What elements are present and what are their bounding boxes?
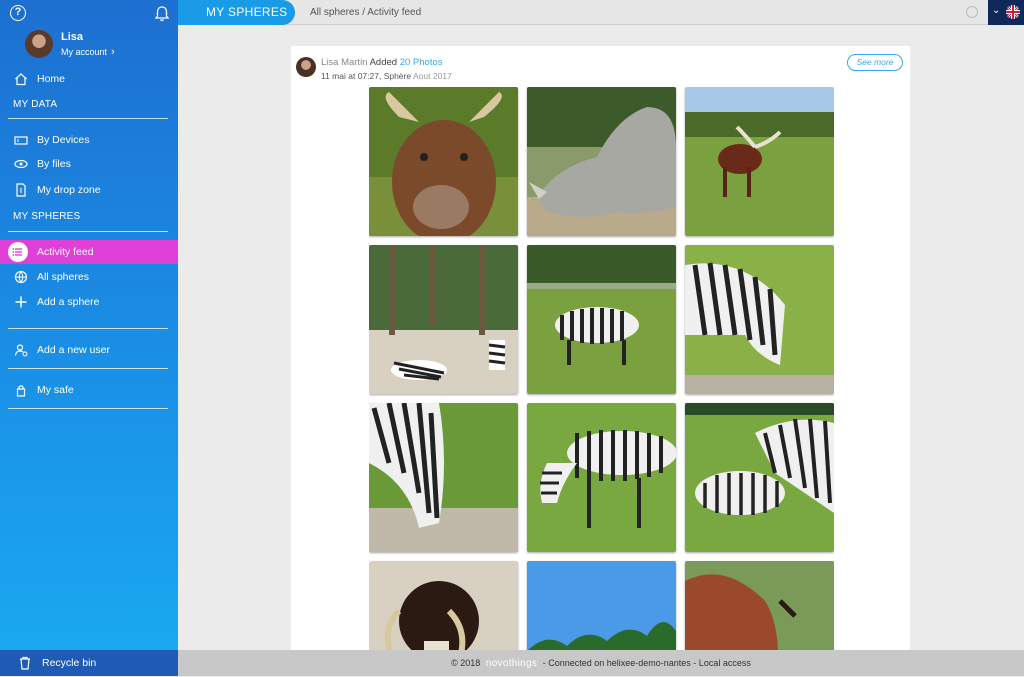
chevron-down-icon: ⌄	[992, 5, 1001, 16]
sidebar-item-my-safe[interactable]: My safe	[0, 378, 178, 402]
divider	[8, 368, 168, 369]
footer-status: - Connected on helixee-demo-nantes - Loc…	[542, 658, 751, 668]
my-account-link[interactable]: My account ›	[61, 46, 115, 58]
drop-zone-icon	[10, 182, 32, 198]
sidebar: ? Lisa My account › Home MY DATA By Devic…	[0, 0, 178, 650]
divider	[8, 328, 168, 329]
photo-zebras-resting[interactable]	[369, 245, 518, 394]
language-selector[interactable]: ⌄	[988, 0, 1024, 25]
photo-zebras-grazing[interactable]	[527, 245, 676, 394]
sidebar-item-my-drop-zone[interactable]: My drop zone	[0, 178, 178, 202]
chevron-right-icon: ›	[111, 46, 115, 58]
photo-grid	[369, 87, 834, 650]
top-bar: MY SPHERES All spheres / Activity feed	[178, 0, 988, 25]
post-header: Lisa Martin Added 20 Photos	[321, 57, 443, 68]
sidebar-item-all-spheres[interactable]: All spheres	[0, 265, 178, 289]
photo-buffalo[interactable]	[369, 87, 518, 236]
add-user-icon	[10, 342, 32, 358]
sidebar-item-home[interactable]: Home	[0, 67, 178, 91]
sidebar-item-add-user[interactable]: Add a new user	[0, 338, 178, 362]
sidebar-item-activity-feed[interactable]: Activity feed	[0, 240, 178, 264]
post-meta: 11 mai at 07:27, Sphère Aout 2017	[321, 71, 452, 81]
devices-icon	[10, 132, 32, 148]
photo-rhino[interactable]	[527, 87, 676, 236]
recycle-bin-button[interactable]: Recycle bin	[0, 650, 178, 676]
post-author: Lisa Martin	[321, 57, 368, 68]
photo-zebra-foal[interactable]	[685, 403, 834, 552]
post-photo-count[interactable]: 20 Photos	[400, 57, 443, 68]
sidebar-item-label: By files	[37, 158, 71, 170]
photo-zebras-closeup[interactable]	[685, 245, 834, 394]
sidebar-item-add-sphere[interactable]: Add a sphere	[0, 290, 178, 314]
sidebar-item-label: By Devices	[37, 134, 90, 146]
tab-my-spheres[interactable]: MY SPHERES	[178, 0, 295, 25]
sidebar-item-label: Add a new user	[37, 344, 110, 356]
globe-icon	[10, 269, 32, 285]
sidebar-item-label: All spheres	[37, 271, 89, 283]
photo-antelope[interactable]	[685, 561, 834, 650]
post-timestamp: 11 mai at 07:27, Sphère	[321, 71, 412, 81]
footer-copyright: © 2018	[451, 658, 481, 668]
sidebar-item-label: Home	[37, 73, 66, 85]
post-album[interactable]: Aout 2017	[413, 71, 452, 81]
sidebar-item-label: Activity feed	[37, 246, 94, 258]
list-icon	[8, 242, 28, 262]
sidebar-item-label: Add a sphere	[37, 296, 100, 308]
recycle-bin-label: Recycle bin	[42, 657, 97, 669]
uk-flag-icon	[1006, 5, 1020, 19]
trash-icon	[20, 656, 30, 670]
files-icon	[10, 156, 32, 172]
profile-name: Lisa	[61, 31, 84, 43]
sidebar-item-by-devices[interactable]: By Devices	[0, 128, 178, 152]
breadcrumb[interactable]: All spheres / Activity feed	[310, 0, 421, 25]
post-verb: Added	[369, 57, 398, 68]
photo-ankole-cattle[interactable]	[685, 87, 834, 236]
divider	[8, 408, 168, 409]
activity-post: Lisa Martin Added 20 Photos 11 mai at 07…	[291, 46, 910, 650]
post-author-avatar	[296, 57, 316, 77]
help-icon[interactable]: ?	[10, 5, 26, 21]
sidebar-item-label: My drop zone	[37, 184, 101, 196]
settings-icon[interactable]	[966, 6, 978, 18]
photo-trees-sky[interactable]	[527, 561, 676, 650]
photo-goat[interactable]	[369, 561, 518, 650]
see-more-button[interactable]: See more	[847, 54, 903, 71]
footer-brand: novothings	[485, 658, 538, 669]
footer: © 2018 novothings - Connected on helixee…	[178, 650, 1024, 676]
sidebar-item-label: My safe	[37, 384, 74, 396]
section-my-spheres: MY SPHERES	[13, 211, 81, 222]
divider	[8, 118, 168, 119]
plus-icon	[10, 294, 32, 310]
photo-zebra-grazing-closeup[interactable]	[369, 403, 518, 552]
home-icon	[10, 71, 32, 87]
my-account-label: My account	[61, 47, 108, 57]
photo-zebra-pair[interactable]	[527, 403, 676, 552]
avatar	[25, 30, 53, 58]
section-my-data: MY DATA	[13, 99, 58, 110]
bell-icon[interactable]	[154, 5, 170, 23]
lock-icon	[10, 382, 32, 398]
sidebar-item-by-files[interactable]: By files	[0, 152, 178, 176]
profile[interactable]: Lisa My account ›	[25, 30, 175, 64]
sidebar-top: ?	[10, 5, 170, 25]
divider	[8, 231, 168, 232]
